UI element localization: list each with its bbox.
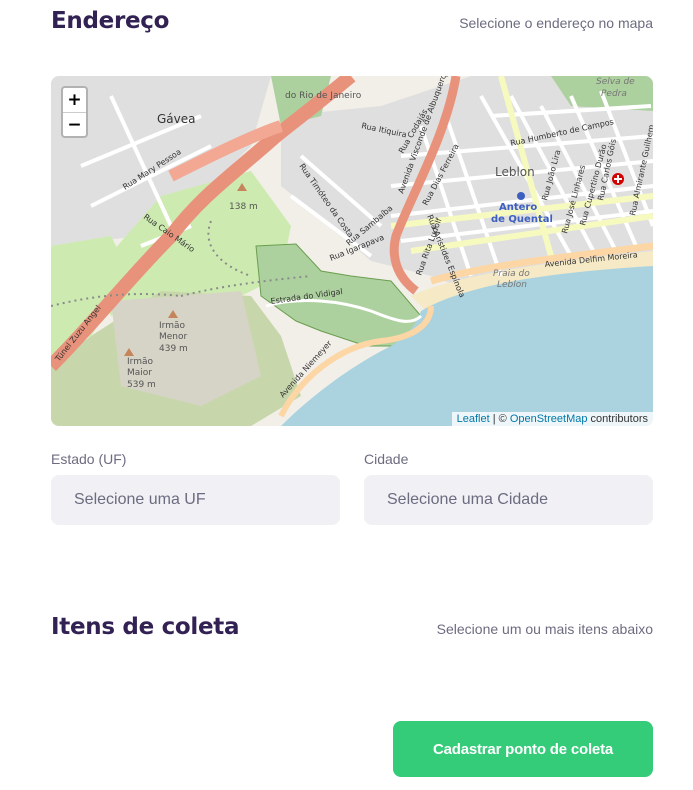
zoom-out-button[interactable]: − (63, 112, 86, 136)
map-label-maior: Maior (127, 368, 152, 378)
city-select-value: Selecione uma Cidade (387, 491, 548, 508)
map-label-praia-do: Praia do (493, 269, 530, 279)
items-hint: Selecione um ou mais itens abaixo (436, 621, 653, 637)
map-label-rio: do Rio de Janeiro (285, 91, 362, 101)
uf-select-value: Selecione uma UF (74, 491, 206, 508)
items-title: Itens de coleta (51, 614, 240, 640)
address-hint: Selecione o endereço no mapa (459, 15, 653, 31)
map-label-menor: Menor (159, 332, 188, 342)
city-label: Cidade (364, 451, 409, 467)
osm-link[interactable]: OpenStreetMap (510, 413, 588, 425)
attribution-suffix: contributors (587, 413, 648, 425)
leaflet-link[interactable]: Leaflet (457, 413, 490, 425)
map-label-leblon-beach: Leblon (497, 280, 527, 290)
map-label-selva-de: Selva de (596, 77, 635, 87)
map-label-leblon: Leblon (495, 165, 535, 179)
map-label-pedra: Pedra (601, 89, 627, 99)
map-tiles[interactable]: Gávea do Rio de Janeiro Leblon Antero de… (51, 76, 653, 426)
map-label-alt-539: 539 m (127, 380, 156, 390)
address-section-header: Endereço Selecione o endereço no mapa (51, 8, 653, 34)
uf-select[interactable]: Selecione uma UF (51, 475, 340, 525)
map-label-gavea: Gávea (157, 112, 196, 126)
map-label-irmao-maior: Irmão (127, 357, 153, 367)
map-label-alt-138: 138 m (229, 202, 258, 212)
attribution-separator: | © (489, 413, 510, 425)
uf-label: Estado (UF) (51, 451, 127, 467)
submit-button[interactable]: Cadastrar ponto de coleta (393, 721, 653, 777)
map-attribution: Leaflet | © OpenStreetMap contributors (451, 412, 653, 426)
zoom-control: + − (61, 86, 88, 138)
address-map[interactable]: Gávea do Rio de Janeiro Leblon Antero de… (51, 76, 653, 426)
zoom-in-button[interactable]: + (63, 88, 86, 112)
city-select[interactable]: Selecione uma Cidade (364, 475, 653, 525)
map-label-de-quental: de Quental (491, 214, 553, 225)
map-label-antero: Antero (499, 202, 537, 213)
address-title: Endereço (51, 8, 170, 34)
map-label-alt-439: 439 m (159, 344, 188, 354)
map-label-irmao-menor: Irmão (159, 321, 185, 331)
items-section-header: Itens de coleta Selecione um ou mais ite… (51, 614, 653, 640)
